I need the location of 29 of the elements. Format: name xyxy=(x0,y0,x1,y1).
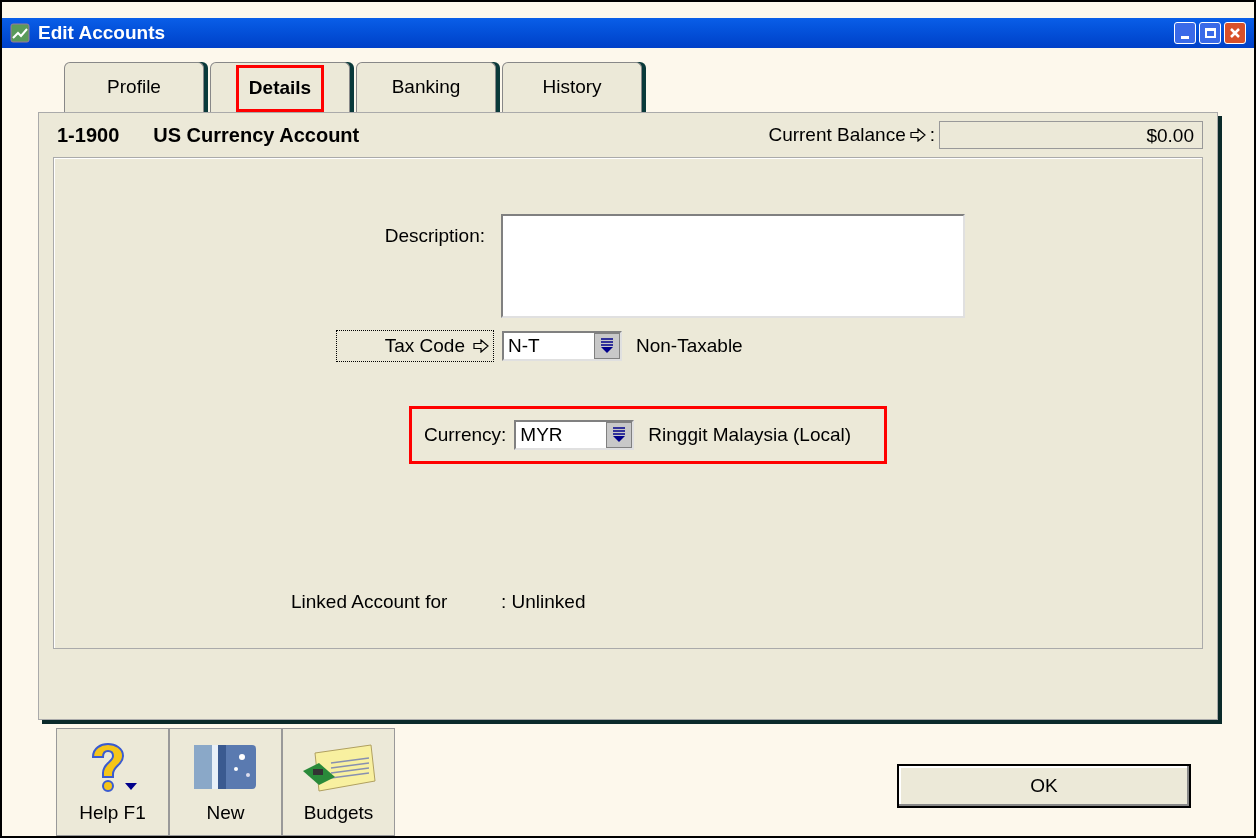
description-field[interactable] xyxy=(501,214,965,318)
account-name: US Currency Account xyxy=(153,123,361,148)
close-icon xyxy=(1229,27,1241,39)
dropdown-icon[interactable] xyxy=(594,333,620,359)
currency-description: Ringgit Malaysia (Local) xyxy=(648,422,852,447)
toolbar-button[interactable]: Help F1 xyxy=(56,728,169,836)
window-title: Edit Accounts xyxy=(38,20,167,45)
arrow-right-icon xyxy=(909,128,926,142)
tax-code-link[interactable]: Tax Code xyxy=(336,330,494,362)
account-number: 1-1900 xyxy=(57,123,120,148)
linked-account-label: Linked Account for xyxy=(291,590,449,614)
toolbar-button[interactable]: New xyxy=(169,728,282,836)
toolbar-button[interactable]: Budgets xyxy=(282,728,395,836)
maximize-button[interactable] xyxy=(1199,22,1221,44)
dropdown-icon[interactable] xyxy=(606,422,633,448)
chart-app-icon xyxy=(10,23,30,43)
tax-code-description: Non-Taxable xyxy=(636,333,743,358)
currency-combo[interactable]: MYR xyxy=(514,420,635,450)
currency-label: Currency: xyxy=(424,422,507,447)
ok-button[interactable]: OK xyxy=(897,764,1191,808)
description-label: Description: xyxy=(383,224,485,248)
colon-text: : xyxy=(929,122,935,147)
linked-account-value: : Unlinked xyxy=(501,590,586,614)
close-button[interactable] xyxy=(1224,22,1246,44)
tax-code-combo[interactable]: N-T xyxy=(502,331,622,361)
balance-label: Current Balance xyxy=(768,122,906,147)
minimize-button[interactable] xyxy=(1174,22,1196,44)
balance-field: $0.00 xyxy=(939,121,1203,149)
arrow-right-icon xyxy=(473,339,489,353)
